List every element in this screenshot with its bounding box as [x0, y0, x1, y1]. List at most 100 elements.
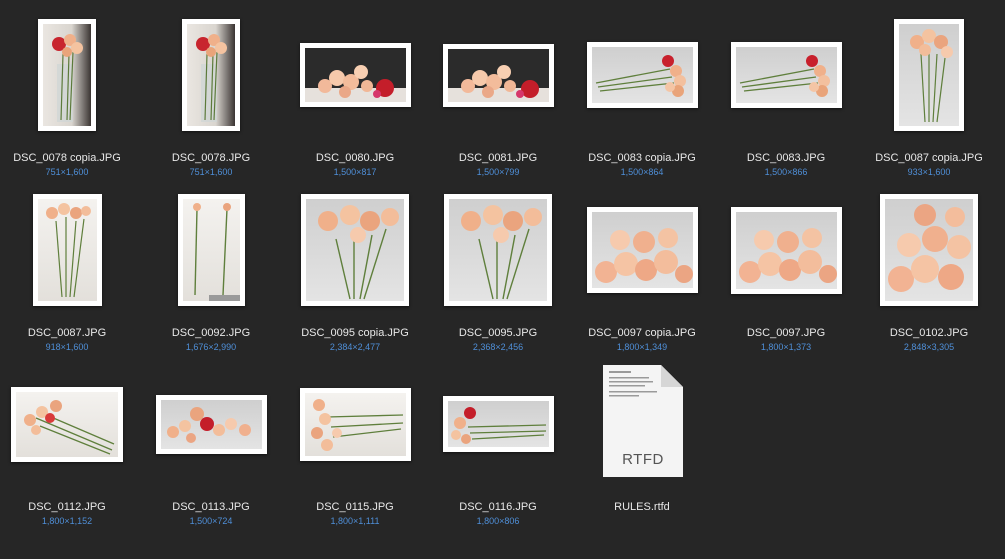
file-item[interactable]: DSC_0078 copia.JPG 751×1,600 [0, 15, 137, 190]
file-name: DSC_0113.JPG [172, 501, 250, 513]
thumbnail-container [285, 190, 425, 310]
file-name: DSC_0097 copia.JPG [588, 327, 696, 339]
thumbnail-container [716, 15, 856, 135]
photo-icon[interactable] [894, 19, 964, 131]
thumbnail-container [716, 190, 856, 310]
flower-photo [37, 199, 97, 301]
thumbnail-container [141, 190, 281, 310]
file-dimensions: 918×1,600 [45, 342, 89, 352]
flower-photo [304, 48, 406, 102]
thumbnail-container [0, 15, 137, 135]
file-dimensions: 1,500×864 [620, 167, 664, 177]
file-item[interactable]: DSC_0112.JPG 1,800×1,152 [0, 364, 137, 539]
thumbnail-container [859, 190, 999, 310]
file-item[interactable]: DSC_0081.JPG 1,500×799 [428, 15, 568, 190]
file-name: DSC_0095 copia.JPG [301, 327, 409, 339]
thumbnail-container [572, 15, 712, 135]
photo-icon[interactable] [182, 19, 240, 131]
photo-icon[interactable] [730, 42, 842, 108]
thumbnail-container [428, 15, 568, 135]
file-dimensions: 1,800×1,349 [616, 342, 668, 352]
flower-photo [591, 212, 693, 288]
rtfd-label: RTFD [622, 451, 664, 468]
photo-icon[interactable] [442, 396, 554, 452]
flower-photo [16, 391, 118, 457]
file-item[interactable]: DSC_0080.JPG 1,500×817 [285, 15, 425, 190]
file-dimensions: 1,800×1,111 [330, 516, 380, 526]
thumbnail-container [572, 190, 712, 310]
flower-photo [885, 199, 973, 301]
thumbnail-container [0, 364, 137, 484]
photo-icon[interactable] [299, 43, 411, 107]
file-name: DSC_0115.JPG [316, 501, 394, 513]
flower-photo [187, 24, 235, 126]
file-name: RULES.rtfd [614, 501, 670, 513]
thumbnail-container [285, 15, 425, 135]
file-dimensions: 1,800×1,152 [41, 516, 93, 526]
file-dimensions: 2,848×3,305 [903, 342, 955, 352]
flower-photo [304, 392, 406, 456]
file-item[interactable]: RTFD RULES.rtfd [572, 364, 712, 539]
photo-icon[interactable] [299, 387, 411, 461]
flower-photo [43, 24, 91, 126]
file-dimensions: 2,368×2,456 [472, 342, 524, 352]
photo-icon[interactable] [444, 194, 552, 306]
file-dimensions: 751×1,600 [45, 167, 89, 177]
photo-icon[interactable] [880, 194, 978, 306]
file-name: DSC_0080.JPG [315, 152, 395, 164]
photo-icon[interactable] [442, 43, 554, 107]
file-item[interactable]: DSC_0095.JPG 2,368×2,456 [428, 190, 568, 365]
flower-photo [449, 199, 547, 301]
file-item[interactable]: DSC_0083.JPG 1,500×866 [716, 15, 856, 190]
flower-photo [591, 47, 693, 103]
photo-icon[interactable] [32, 194, 102, 306]
file-item[interactable]: DSC_0115.JPG 1,800×1,111 [285, 364, 425, 539]
photo-icon[interactable] [38, 19, 96, 131]
thumbnail-container [285, 364, 425, 484]
file-dimensions: 1,500×866 [764, 167, 808, 177]
flower-photo [306, 199, 404, 301]
file-item[interactable]: DSC_0102.JPG 2,848×3,305 [859, 190, 999, 365]
file-name: DSC_0092.JPG [171, 327, 251, 339]
file-item[interactable]: DSC_0078.JPG 751×1,600 [141, 15, 281, 190]
file-name: DSC_0081.JPG [458, 152, 538, 164]
file-item[interactable]: DSC_0113.JPG 1,500×724 [141, 364, 281, 539]
photo-icon[interactable] [11, 386, 123, 462]
flower-photo [899, 24, 959, 126]
flower-photo [447, 48, 549, 102]
file-item[interactable]: DSC_0097.JPG 1,800×1,373 [716, 190, 856, 365]
thumbnail-container [428, 364, 568, 484]
file-name: DSC_0078.JPG [171, 152, 251, 164]
file-name: DSC_0087.JPG [27, 327, 107, 339]
thumbnail-container [141, 364, 281, 484]
thumbnail-container [859, 15, 999, 135]
file-dimensions: 1,500×724 [189, 516, 233, 526]
file-dimensions: 1,500×799 [476, 167, 520, 177]
photo-icon[interactable] [155, 394, 267, 454]
file-name: DSC_0095.JPG [458, 327, 538, 339]
file-dimensions: 2,384×2,477 [329, 342, 381, 352]
photo-icon[interactable] [586, 42, 698, 108]
photo-icon[interactable] [177, 194, 245, 306]
file-item[interactable]: DSC_0087.JPG 918×1,600 [0, 190, 137, 365]
file-dimensions: 751×1,600 [189, 167, 233, 177]
file-dimensions: 1,500×817 [333, 167, 377, 177]
file-item[interactable]: DSC_0087 copia.JPG 933×1,600 [859, 15, 999, 190]
flower-photo [735, 47, 837, 103]
photo-icon[interactable] [301, 194, 409, 306]
file-item[interactable]: DSC_0095 copia.JPG 2,384×2,477 [285, 190, 425, 365]
photo-icon[interactable] [730, 206, 842, 294]
file-item[interactable]: DSC_0116.JPG 1,800×806 [428, 364, 568, 539]
file-item[interactable]: DSC_0092.JPG 1,676×2,990 [141, 190, 281, 365]
file-name: DSC_0112.JPG [28, 501, 106, 513]
file-name: DSC_0083.JPG [746, 152, 826, 164]
thumbnail-container [428, 190, 568, 310]
thumbnail-container [0, 190, 137, 310]
file-name: DSC_0102.JPG [889, 327, 969, 339]
photo-icon[interactable] [586, 207, 698, 293]
file-name: DSC_0116.JPG [459, 501, 537, 513]
file-item[interactable]: DSC_0097 copia.JPG 1,800×1,349 [572, 190, 712, 365]
file-dimensions: 1,800×806 [476, 516, 520, 526]
file-item[interactable]: DSC_0083 copia.JPG 1,500×864 [572, 15, 712, 190]
rtfd-document-icon[interactable]: RTFD [603, 365, 683, 477]
